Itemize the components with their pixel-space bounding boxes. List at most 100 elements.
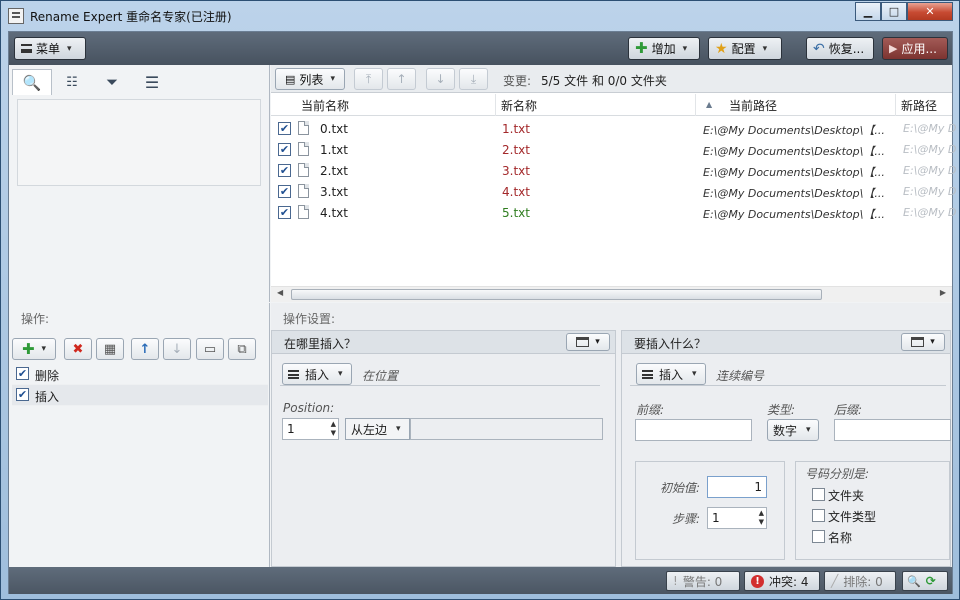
file-list-panel: ▤ 列表 ▾ ⤒ ↑ ↓ ⤓ 变更: 5/5 文件 和 0/0 文件夹 当前名称… <box>271 65 956 302</box>
table-row[interactable]: ✔ 1.txt 2.txt E:\@My Documents\Desktop\【...… <box>271 139 956 160</box>
client-area: 菜单 ▾ ✚ 增加 ▾ ★ 配置 ▾ ↶ 恢复... ▶ 应用... 🔍 ☷ ⏷… <box>8 31 956 594</box>
layout-toggle-button[interactable]: ▾ <box>566 333 610 351</box>
operation-item[interactable]: ✔ 删除 <box>12 364 268 385</box>
insert-what-section: 要插入什么？ ▾ 插入 ▾ 连续编号 前缀: 类型: 数字 ▾ 后缀: 初始值:… <box>621 330 951 567</box>
row-checkbox[interactable]: ✔ <box>278 185 291 198</box>
table-row[interactable]: ✔ 0.txt 1.txt E:\@My Documents\Desktop\【...… <box>271 118 956 139</box>
current-name-cell: 0.txt <box>320 122 348 136</box>
separate-option-checkbox[interactable] <box>812 488 825 501</box>
menu-button[interactable]: 菜单 ▾ <box>14 37 86 60</box>
column-divider[interactable] <box>895 94 896 116</box>
operations-list: ✔ 删除 ✔ 插入 <box>12 364 268 406</box>
type-dropdown[interactable]: 数字 ▾ <box>767 419 819 441</box>
warnings-button[interactable]: ! 警告: 0 <box>666 571 740 591</box>
filter-tabs: 🔍 ☷ ⏷ ☰ <box>12 69 172 97</box>
operation-checkbox[interactable]: ✔ <box>16 367 29 380</box>
current-path-cell: E:\@My Documents\Desktop\【... <box>703 187 885 200</box>
position-input[interactable]: 1 ▲ ▼ <box>282 418 339 440</box>
filter-search-area[interactable] <box>17 99 261 186</box>
suffix-label: 后缀: <box>834 403 863 417</box>
position-label: Position: <box>283 401 335 415</box>
step-input[interactable]: 1 ▲ ▼ <box>707 507 767 529</box>
tab-list[interactable]: ☰ <box>132 69 172 95</box>
conflicts-button[interactable]: ! 冲突: 4 <box>744 571 820 591</box>
restore-button[interactable]: ↶ 恢复... <box>806 37 874 60</box>
excluded-button[interactable]: ╱ 排除: 0 <box>824 571 896 591</box>
prefix-input[interactable] <box>635 419 752 441</box>
tab-tree[interactable]: ☷ <box>52 69 92 95</box>
window-layout-icon <box>911 337 925 347</box>
new-name-cell: 2.txt <box>502 143 530 157</box>
file-list-toolbar: ▤ 列表 ▾ ⤒ ↑ ↓ ⤓ 变更: 5/5 文件 和 0/0 文件夹 <box>271 65 952 93</box>
add-button[interactable]: ✚ 增加 ▾ <box>628 37 700 60</box>
current-path-cell: E:\@My Documents\Desktop\【... <box>703 208 885 221</box>
tab-filter[interactable]: ⏷ <box>92 69 132 95</box>
exclude-icon: ╱ <box>831 574 839 588</box>
side-dropdown[interactable]: 从左边 ▾ <box>345 418 410 440</box>
table-row[interactable]: ✔ 2.txt 3.txt E:\@My Documents\Desktop\【...… <box>271 160 956 181</box>
column-current-name[interactable]: 当前名称 <box>301 97 349 114</box>
horizontal-scrollbar[interactable]: ◀ ▶ <box>271 286 952 302</box>
table-row[interactable]: ✔ 3.txt 4.txt E:\@My Documents\Desktop\【...… <box>271 181 956 202</box>
current-name-cell: 1.txt <box>320 143 348 157</box>
row-checkbox[interactable]: ✔ <box>278 122 291 135</box>
copy-operation-button[interactable]: ⧉ <box>228 338 256 360</box>
new-path-cell: E:\@My D <box>903 143 957 156</box>
window-layout-icon <box>576 337 590 347</box>
table-row[interactable]: ✔ 4.txt 5.txt E:\@My Documents\Desktop\【...… <box>271 202 956 223</box>
column-new-path[interactable]: 新路径 <box>901 97 937 114</box>
move-operation-up-button[interactable]: ↑ <box>131 338 159 360</box>
column-current-path[interactable]: 当前路径 <box>729 97 777 114</box>
scroll-right-icon[interactable]: ▶ <box>940 288 946 297</box>
separate-option-checkbox[interactable] <box>812 530 825 543</box>
position-spinner[interactable]: ▲ ▼ <box>331 420 336 438</box>
move-down-button[interactable]: ↓ <box>426 68 455 90</box>
arrow-down-icon: ↓ <box>171 341 183 357</box>
start-value-input[interactable]: 1 <box>707 476 767 498</box>
view-mode-button[interactable]: ▤ 列表 ▾ <box>275 68 345 90</box>
delete-operation-button[interactable]: ✖ <box>64 338 92 360</box>
clear-operations-button[interactable]: ▦ <box>96 338 124 360</box>
row-checkbox[interactable]: ✔ <box>278 206 291 219</box>
add-operation-button[interactable]: ✚ ▾ <box>12 338 56 360</box>
tree-icon: ☷ <box>66 74 78 90</box>
what-mode-dropdown[interactable]: 插入 ▾ <box>636 363 706 385</box>
menu-icon <box>642 369 653 379</box>
scrollbar-thumb[interactable] <box>291 289 822 300</box>
step-spinner[interactable]: ▲ ▼ <box>759 509 764 527</box>
rename-operation-button[interactable]: ▭ <box>196 338 224 360</box>
chevron-down-icon: ▾ <box>41 344 47 354</box>
maximize-button[interactable]: □ <box>881 2 907 21</box>
column-divider[interactable] <box>695 94 696 116</box>
separate-option-label: 名称 <box>828 531 853 545</box>
move-bottom-button[interactable]: ⤓ <box>459 68 488 90</box>
chevron-down-icon: ▾ <box>595 337 600 347</box>
row-checkbox[interactable]: ✔ <box>278 164 291 177</box>
column-new-name[interactable]: 新名称 <box>501 97 537 114</box>
move-operation-down-button[interactable]: ↓ <box>163 338 191 360</box>
move-up-button[interactable]: ↑ <box>387 68 416 90</box>
tab-search[interactable]: 🔍 <box>12 69 52 95</box>
scroll-left-icon[interactable]: ◀ <box>277 288 283 297</box>
move-top-button[interactable]: ⤒ <box>354 68 383 90</box>
settings-label: 操作设置: <box>283 312 336 326</box>
minimize-button[interactable]: ▁ <box>855 2 881 21</box>
operation-item[interactable]: ✔ 插入 <box>12 385 268 406</box>
operation-checkbox[interactable]: ✔ <box>16 388 29 401</box>
separate-option-checkbox[interactable] <box>812 509 825 522</box>
minimize-icon: ▁ <box>863 5 873 18</box>
conflicts-count: 冲突: 4 <box>769 574 809 589</box>
column-divider[interactable] <box>495 94 496 116</box>
refresh-preview-button[interactable]: 🔍 ⟳ <box>902 571 948 591</box>
apply-button[interactable]: ▶ 应用... <box>882 37 948 60</box>
excluded-count: 排除: 0 <box>843 574 883 589</box>
separate-numbering-box: 号码分别是: 文件夹 文件类型 名称 <box>795 461 950 560</box>
suffix-input[interactable] <box>834 419 951 441</box>
close-button[interactable]: ✕ <box>907 2 953 21</box>
config-button[interactable]: ★ 配置 ▾ <box>708 37 782 60</box>
layout-toggle-button[interactable]: ▾ <box>901 333 945 351</box>
new-name-cell: 4.txt <box>502 185 530 199</box>
operations-panel: 操作: ✚ ▾ ✖ ▦ ↑ ↓ ▭ ⧉ ✔ 删除 ✔ 插入 <box>9 303 270 567</box>
where-mode-dropdown[interactable]: 插入 ▾ <box>282 363 352 385</box>
row-checkbox[interactable]: ✔ <box>278 143 291 156</box>
